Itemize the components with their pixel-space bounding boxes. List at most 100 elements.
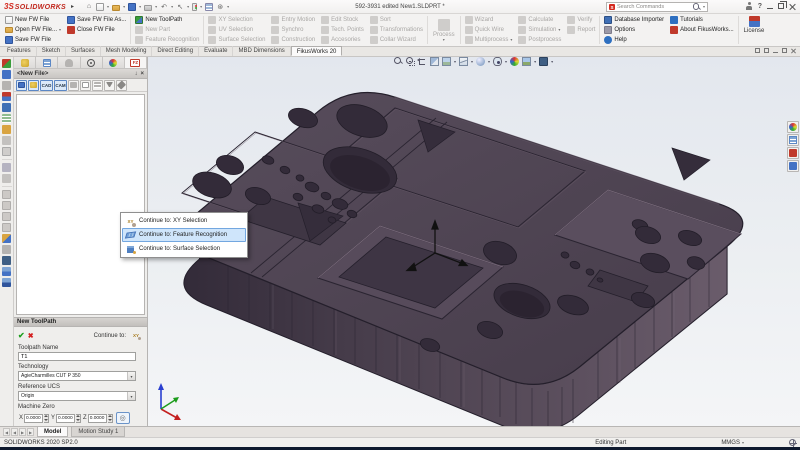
left-toolbar-button-8[interactable]	[2, 136, 11, 145]
minimize-button[interactable]	[767, 8, 773, 9]
machine-view-button[interactable]	[787, 160, 799, 172]
rebuild-caret[interactable]: ▾	[200, 4, 202, 9]
fikus-tools-button[interactable]	[787, 147, 799, 159]
edit-stock-button[interactable]: Edit Stock	[321, 15, 364, 25]
new-file-icon[interactable]	[96, 2, 105, 11]
construction-button[interactable]: Construction	[271, 35, 315, 45]
select-caret[interactable]: ▾	[187, 4, 189, 9]
save-fw-file-button[interactable]: Save FW File	[5, 35, 61, 45]
panel-tab-configurationmanager[interactable]	[58, 57, 81, 68]
options-button[interactable]: Options	[604, 25, 664, 35]
save-fw-file-as-button[interactable]: Save FW File As...	[67, 15, 126, 25]
view-orientation-caret[interactable]: ▾	[471, 59, 473, 64]
left-toolbar-button-14[interactable]	[2, 212, 11, 221]
tab-fikusworks[interactable]: FikusWorks 20	[290, 46, 343, 56]
verify-button[interactable]: Verify	[567, 15, 595, 25]
help-ribbon-button[interactable]: Help	[604, 35, 664, 45]
panel-tab-dimxpert[interactable]	[80, 57, 103, 68]
panel-tab-propertymanager[interactable]	[36, 57, 59, 68]
menu-item-feature-recognition[interactable]: Continue to: Feature Recognition	[122, 228, 246, 242]
display-pane-button[interactable]	[787, 121, 799, 133]
left-toolbar-button-9[interactable]	[2, 147, 11, 156]
z-zero-stepper[interactable]	[107, 413, 113, 423]
new-file-caret[interactable]: ▾	[107, 4, 109, 9]
restore-button[interactable]	[778, 1, 787, 9]
hide-show-caret[interactable]: ▾	[505, 59, 507, 64]
left-toolbar-button-7[interactable]	[2, 125, 11, 134]
sort-button[interactable]: Sort	[369, 15, 423, 25]
left-toolbar-button-17[interactable]	[2, 245, 11, 254]
multiprocess-caret[interactable]: ▾	[510, 38, 512, 42]
continue-to-dropdown-button[interactable]: XY	[129, 329, 143, 342]
panel-share-button[interactable]	[68, 79, 79, 91]
quick-wire-button[interactable]: Quick Wire	[464, 25, 513, 35]
left-toolbar-button-4[interactable]	[2, 92, 11, 101]
reference-ucs-dropdown-icon[interactable]: ▾	[127, 392, 135, 400]
xy-selection-button[interactable]: XY Selection	[208, 15, 265, 25]
left-toolbar-button-20[interactable]	[2, 278, 11, 287]
display-style-caret[interactable]: ▾	[488, 59, 490, 64]
doc-maximize-icon[interactable]	[782, 48, 787, 53]
display-style-icon[interactable]	[476, 56, 486, 66]
help-button[interactable]: ?	[758, 3, 762, 10]
tab-mesh-modeling[interactable]: Mesh Modeling	[101, 46, 153, 56]
search-input[interactable]: Search Commands	[617, 4, 691, 10]
tab-direct-editing[interactable]: Direct Editing	[152, 46, 200, 56]
zoom-to-area-icon[interactable]	[406, 56, 415, 66]
table-view-button[interactable]	[787, 134, 799, 146]
synchro-button[interactable]: Synchro	[271, 25, 315, 35]
left-toolbar-button-1[interactable]	[2, 59, 11, 68]
undo-icon[interactable]: ↶	[160, 3, 168, 11]
left-toolbar-button-6[interactable]	[2, 114, 11, 123]
x-zero-stepper[interactable]	[44, 413, 50, 423]
tab-sketch[interactable]: Sketch	[37, 46, 67, 56]
y-zero-input[interactable]: 0.0000	[56, 413, 76, 423]
y-zero-stepper[interactable]	[76, 413, 82, 423]
motion-study-tab[interactable]: Motion Study 1	[71, 427, 126, 437]
save-caret[interactable]: ▾	[139, 4, 141, 9]
multiprocess-button[interactable]: Multiprocess ▾	[464, 35, 512, 45]
x-zero-input[interactable]: 0.0000	[24, 413, 44, 423]
panel-tab-fikusworks[interactable]: FZ	[124, 57, 148, 68]
search-commands-box[interactable]: S Search Commands ▾	[606, 2, 708, 12]
rebuild-icon[interactable]	[192, 2, 198, 11]
machine-zero-pick-button[interactable]: ◎	[115, 412, 130, 424]
panel-filter-button[interactable]	[104, 79, 115, 91]
about-fikusworks-button[interactable]: About FikusWorks...	[670, 25, 734, 35]
cancel-x-button[interactable]: ✖	[28, 332, 34, 340]
process-button[interactable]: Process ▾	[429, 15, 459, 45]
accesories-button[interactable]: Accesories	[321, 35, 364, 45]
file-properties-icon[interactable]	[205, 2, 214, 11]
tab-evaluate[interactable]: Evaluate	[199, 46, 234, 56]
tab-scroll-prev-button[interactable]: ◀	[11, 428, 18, 436]
left-toolbar-button-3[interactable]	[2, 81, 11, 90]
search-caret[interactable]: ▾	[703, 5, 705, 9]
technology-select[interactable]: AgieCharmilles CUT P 350 ▾	[18, 371, 136, 381]
open-file-caret[interactable]: ▾	[123, 4, 125, 9]
options-icon[interactable]: ⊛	[216, 3, 224, 11]
left-toolbar-button-2[interactable]	[2, 70, 11, 79]
panel-tab-displaymanager[interactable]	[102, 57, 125, 68]
left-toolbar-button-15[interactable]	[2, 223, 11, 232]
print-caret[interactable]: ▾	[155, 4, 157, 9]
model-tab[interactable]: Model	[37, 427, 69, 437]
panel-tab-featuremanager[interactable]	[14, 57, 37, 68]
left-toolbar-button-11[interactable]	[2, 174, 11, 183]
doc-minimize-icon[interactable]	[773, 51, 778, 53]
print-icon[interactable]	[144, 4, 153, 11]
menu-expand-arrow-icon[interactable]: ▸	[71, 3, 74, 10]
left-toolbar-button-19[interactable]	[2, 267, 11, 276]
view-orientation-icon[interactable]	[459, 56, 469, 66]
view-settings-caret[interactable]: ▾	[551, 59, 553, 64]
menu-item-xy-selection[interactable]: XY Continue to: XY Selection	[122, 214, 246, 228]
new-toolpath-button[interactable]: New ToolPath	[135, 15, 199, 25]
zoom-to-fit-icon[interactable]	[394, 56, 403, 66]
doc-restore-icon[interactable]	[755, 48, 760, 53]
tab-surfaces[interactable]: Surfaces	[66, 46, 101, 56]
left-toolbar-button-12[interactable]	[2, 190, 11, 199]
home-icon[interactable]: ⌂	[85, 3, 93, 11]
entry-motion-button[interactable]: Entry Motion	[271, 15, 315, 25]
panel-close-icon[interactable]: ×	[140, 71, 144, 77]
z-zero-input[interactable]: 0.0000	[87, 413, 107, 423]
simulation-button[interactable]: Simulation ▾	[518, 25, 561, 35]
